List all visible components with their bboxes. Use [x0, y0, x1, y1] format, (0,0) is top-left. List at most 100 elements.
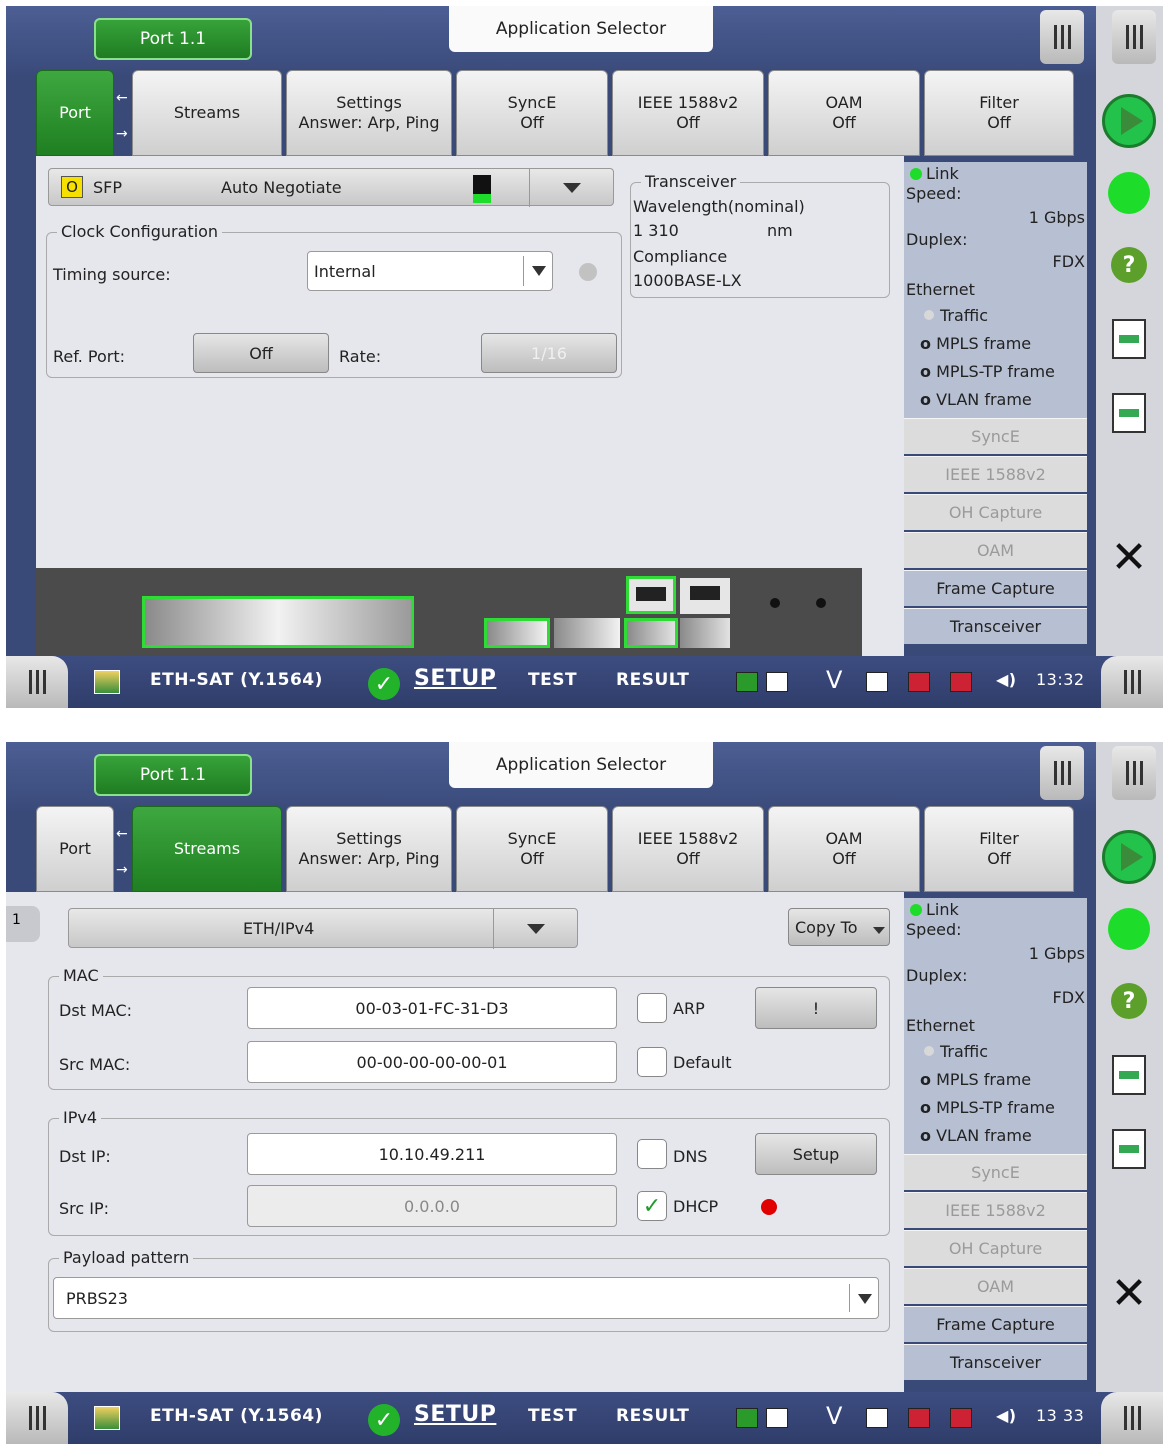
application-name[interactable]: ETH-SAT (Y.1564) [150, 670, 323, 690]
save-config-button[interactable] [1100, 380, 1158, 446]
tab-port[interactable]: Port [36, 806, 114, 892]
dst-ip-input[interactable]: 10.10.49.211 [247, 1133, 617, 1175]
synce-status-button[interactable]: SyncE [904, 418, 1087, 454]
src-mac-input[interactable]: 00-00-00-00-00-01 [247, 1041, 617, 1083]
payload-pattern-select[interactable]: PRBS23 [53, 1277, 879, 1319]
laser-status-button[interactable] [1100, 896, 1158, 962]
application-name[interactable]: ETH-SAT (Y.1564) [150, 1406, 323, 1426]
frame-capture-button[interactable]: Frame Capture [904, 570, 1087, 606]
mpls-tp-frame-indicator: o MPLS-TP frame [920, 362, 1055, 381]
left-grip-button[interactable] [6, 1392, 68, 1444]
report-button[interactable] [1100, 306, 1158, 372]
speaker-icon[interactable]: ◀) [996, 1406, 1017, 1425]
start-test-button[interactable] [1100, 824, 1158, 890]
default-mac-checkbox[interactable] [637, 1047, 667, 1077]
terminal-icon [866, 672, 888, 692]
application-selector-button[interactable]: Application Selector [449, 6, 713, 52]
grip-icon [1053, 761, 1071, 785]
tab-ieee1588[interactable]: IEEE 1588v2 Off [612, 70, 764, 156]
synce-status-button[interactable]: SyncE [904, 1154, 1087, 1190]
laser-status-button[interactable] [1100, 160, 1158, 226]
timing-source-select[interactable]: Internal [307, 251, 553, 291]
save-config-button[interactable] [1100, 1116, 1158, 1182]
application-selector-button[interactable]: Application Selector [449, 742, 713, 788]
right-action-rail: ? ✕ [1096, 742, 1163, 1392]
tab-ieee1588[interactable]: IEEE 1588v2 Off [612, 806, 764, 892]
tab-settings[interactable]: Settings Answer: Arp, Ping [286, 806, 452, 892]
tab-synce[interactable]: SyncE Off [456, 70, 608, 156]
clock-time: 13 33 [1036, 1406, 1085, 1425]
oam-status-button[interactable]: OAM [904, 1268, 1087, 1304]
timing-source-label: Timing source: [53, 265, 171, 284]
setup-nav[interactable]: SETUP [414, 666, 496, 691]
oh-capture-button[interactable]: OH Capture [904, 494, 1087, 530]
sync-status-led [579, 263, 597, 281]
tab-streams[interactable]: Streams [132, 806, 282, 892]
transceiver-status-button[interactable]: Transceiver [904, 608, 1087, 644]
result-nav[interactable]: RESULT [616, 670, 689, 690]
copy-to-button[interactable]: Copy To [788, 908, 890, 946]
port-selector-tab[interactable]: Port 1.1 [94, 18, 252, 60]
tab-sublabel: Off [832, 113, 856, 132]
report-button[interactable] [1100, 1042, 1158, 1108]
interface-dropdown[interactable]: O SFP Auto Negotiate [48, 168, 614, 207]
ieee1588-status-button[interactable]: IEEE 1588v2 [904, 456, 1087, 492]
help-button[interactable]: ? [1100, 968, 1158, 1034]
right-grip-button[interactable] [1101, 656, 1163, 708]
speed-value: 1 Gbps [1028, 208, 1085, 227]
speaker-icon[interactable]: ◀) [996, 670, 1017, 689]
dhcp-checkbox[interactable]: ✓ [637, 1191, 667, 1221]
close-button[interactable]: ✕ [1100, 524, 1158, 590]
setup-nav[interactable]: SETUP [414, 1402, 496, 1427]
payload-group: Payload pattern PRBS23 [48, 1248, 890, 1332]
test-nav[interactable]: TEST [528, 1406, 577, 1426]
mpls-tp-frame-label: MPLS-TP frame [936, 1098, 1055, 1117]
rail-grip-button[interactable] [1112, 746, 1156, 800]
help-icon: ? [1111, 247, 1147, 283]
tab-port[interactable]: Port [36, 70, 114, 156]
tab-streams[interactable]: Streams [132, 70, 282, 156]
right-grip-button[interactable] [1101, 1392, 1163, 1444]
src-ip-input[interactable]: 0.0.0.0 [247, 1185, 617, 1227]
mac-group: MAC Dst MAC: 00-03-01-FC-31-D3 ARP ! Src… [48, 966, 890, 1090]
ieee1588-status-button[interactable]: IEEE 1588v2 [904, 1192, 1087, 1228]
help-icon: ? [1111, 983, 1147, 1019]
tab-filter[interactable]: Filter Off [924, 70, 1074, 156]
transceiver-title: Transceiver [641, 172, 741, 191]
tab-label: OAM [825, 829, 863, 848]
help-button[interactable]: ? [1100, 232, 1158, 298]
transceiver-status-button[interactable]: Transceiver [904, 1344, 1087, 1380]
port-screen: Port 1.1 Application Selector ? ✕ Port ←… [6, 6, 1163, 708]
frame-format-dropdown[interactable]: ETH/IPv4 [68, 908, 578, 949]
dns-setup-button[interactable]: Setup [755, 1133, 877, 1175]
tab-oam[interactable]: OAM Off [768, 806, 920, 892]
arp-checkbox[interactable] [637, 993, 667, 1023]
rail-grip-button[interactable] [1112, 10, 1156, 64]
result-nav[interactable]: RESULT [616, 1406, 689, 1426]
oh-capture-button[interactable]: OH Capture [904, 1230, 1087, 1266]
ref-port-button[interactable]: Off [193, 333, 329, 373]
dst-mac-input[interactable]: 00-03-01-FC-31-D3 [247, 987, 617, 1029]
close-button[interactable]: ✕ [1100, 1260, 1158, 1326]
arp-resolve-button[interactable]: ! [755, 987, 877, 1029]
ref-port-label: Ref. Port: [53, 347, 125, 366]
wavelength-value: 1 310 [633, 221, 679, 240]
left-grip-button[interactable] [6, 656, 68, 708]
default-mac-label: Default [673, 1053, 732, 1072]
chevron-down-icon [532, 266, 546, 276]
port-selector-tab[interactable]: Port 1.1 [94, 754, 252, 796]
dns-checkbox[interactable] [637, 1139, 667, 1169]
tab-synce[interactable]: SyncE Off [456, 806, 608, 892]
oam-status-button[interactable]: OAM [904, 532, 1087, 568]
tab-settings[interactable]: Settings Answer: Arp, Ping [286, 70, 452, 156]
tab-label: Filter [979, 93, 1019, 112]
window-grip-button[interactable] [1040, 10, 1084, 64]
test-nav[interactable]: TEST [528, 670, 577, 690]
rate-button[interactable]: 1/16 [481, 333, 617, 373]
window-grip-button[interactable] [1040, 746, 1084, 800]
tab-oam[interactable]: OAM Off [768, 70, 920, 156]
stream-number-tab[interactable]: 1 [6, 906, 40, 942]
frame-capture-button[interactable]: Frame Capture [904, 1306, 1087, 1342]
start-test-button[interactable] [1100, 88, 1158, 154]
tab-filter[interactable]: Filter Off [924, 806, 1074, 892]
